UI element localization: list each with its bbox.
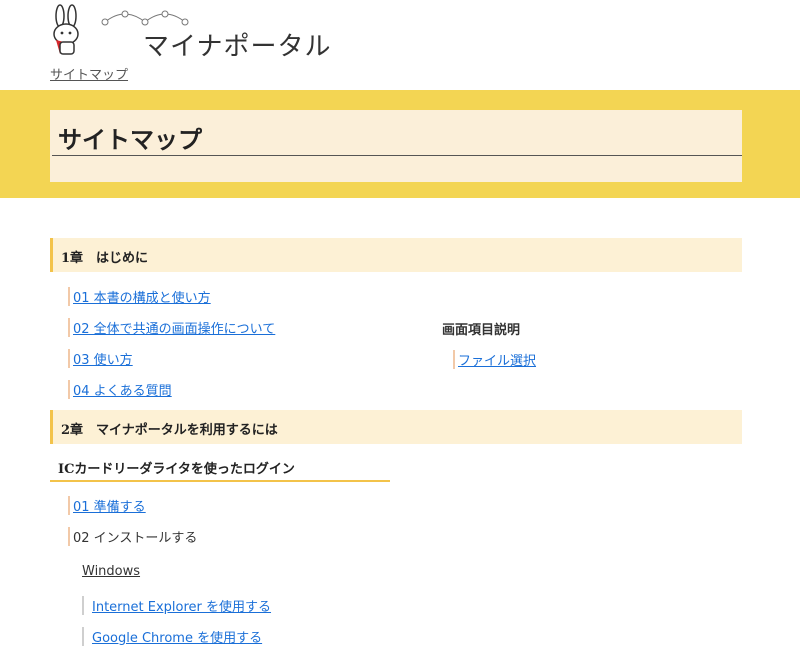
rabbit-mascot-icon: [53, 4, 79, 55]
chapter-1-title: 1章 はじめに: [61, 251, 149, 266]
site-logo[interactable]: マイナポータル: [48, 4, 330, 62]
chapter-2-heading: 2章 マイナポータルを利用するには: [50, 410, 742, 444]
chapter-1-heading: 1章 はじめに: [50, 238, 742, 272]
link-google-chrome[interactable]: Google Chrome を使用する: [82, 627, 262, 646]
page-banner: サイトマップ: [0, 90, 800, 198]
link-ch2-01-prepare[interactable]: 01 準備する: [68, 496, 146, 515]
ic-reader-login-heading: ICカードリーダライタを使ったログイン: [50, 456, 390, 482]
link-internet-explorer[interactable]: Internet Explorer を使用する: [82, 596, 271, 615]
screen-items-heading: 画面項目説明: [442, 323, 521, 338]
title-divider: [52, 155, 742, 156]
link-file-select[interactable]: ファイル選択: [453, 350, 536, 369]
link-ch1-03[interactable]: 03 使い方: [68, 349, 133, 368]
breadcrumb-sitemap[interactable]: サイトマップ: [50, 64, 128, 83]
link-ch1-02[interactable]: 02 全体で共通の画面操作について: [68, 318, 275, 337]
link-ch1-01[interactable]: 01 本書の構成と使い方: [68, 287, 211, 306]
link-ch1-04[interactable]: 04 よくある質問: [68, 380, 172, 399]
logo-text: マイナポータル: [143, 32, 332, 62]
chapter-2-title: 2章 マイナポータルを利用するには: [61, 423, 278, 438]
site-header: マイナポータル サイトマップ: [0, 0, 800, 90]
ic-reader-login-title: ICカードリーダライタを使ったログイン: [58, 462, 295, 477]
page-title-box: サイトマップ: [50, 110, 742, 182]
ch2-02-install-label: 02 インストールする: [68, 527, 197, 546]
link-windows[interactable]: Windows: [82, 564, 140, 579]
decorative-dots-icon: [101, 10, 189, 26]
page-title: サイトマップ: [58, 125, 202, 154]
